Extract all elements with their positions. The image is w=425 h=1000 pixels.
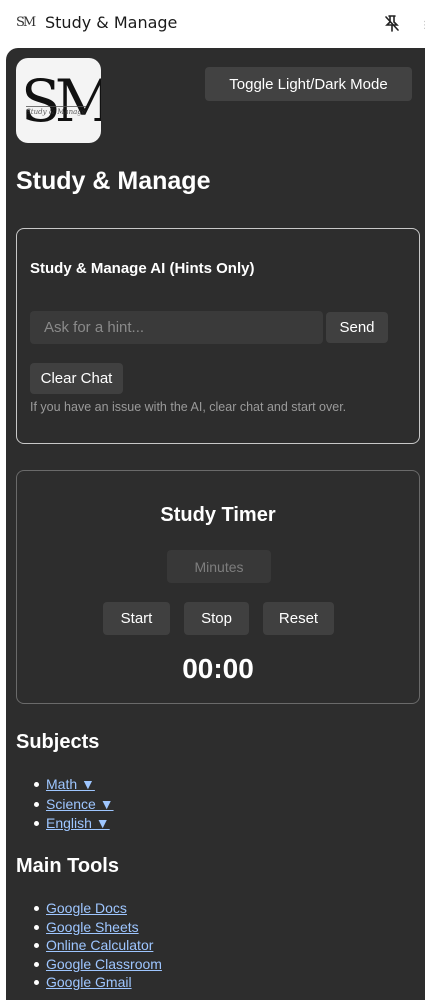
tool-link-google-docs[interactable]: Google Docs	[46, 900, 127, 916]
window-title: Study & Manage	[45, 13, 178, 32]
list-item: Google Classroom	[34, 955, 162, 974]
list-item: English ▼	[34, 814, 114, 834]
logo-letters: SM	[21, 67, 101, 135]
more-icon[interactable]: ⋮	[420, 20, 425, 31]
subject-link-science[interactable]: Science ▼	[46, 796, 114, 812]
ai-help-note: If you have an issue with the AI, clear …	[30, 400, 347, 414]
app-logo-icon: SM	[16, 15, 36, 30]
send-button[interactable]: Send	[326, 312, 388, 343]
page-title: Study & Manage	[16, 167, 211, 195]
main-tools-heading: Main Tools	[16, 855, 119, 877]
brand-logo: SM Study & Manage	[16, 58, 101, 143]
unpin-icon[interactable]	[381, 12, 403, 34]
tool-link-google-gmail[interactable]: Google Gmail	[46, 974, 132, 990]
tool-link-google-sheets[interactable]: Google Sheets	[46, 919, 139, 935]
list-item: Math ▼	[34, 775, 114, 795]
theme-toggle-button[interactable]: Toggle Light/Dark Mode	[205, 67, 412, 101]
main-tools-list: Google Docs Google Sheets Online Calcula…	[34, 899, 162, 992]
timer-start-button[interactable]: Start	[103, 602, 170, 635]
list-item: Google Docs	[34, 899, 162, 918]
ai-card-title: Study & Manage AI (Hints Only)	[30, 260, 255, 277]
unpin-icon-svg	[385, 15, 399, 32]
timer-stop-button[interactable]: Stop	[184, 602, 249, 635]
subject-link-math[interactable]: Math ▼	[46, 776, 95, 792]
list-item: Online Calculator	[34, 936, 162, 955]
study-timer-card: Study Timer Start Stop Reset 00:00	[16, 470, 420, 704]
app-panel: SM Study & Manage Toggle Light/Dark Mode…	[6, 48, 425, 1000]
ai-hint-card: Study & Manage AI (Hints Only) Send Clea…	[16, 228, 420, 444]
tool-link-google-classroom[interactable]: Google Classroom	[46, 956, 162, 972]
tool-link-online-calculator[interactable]: Online Calculator	[46, 937, 153, 953]
timer-reset-button[interactable]: Reset	[263, 602, 334, 635]
subject-link-english[interactable]: English ▼	[46, 815, 110, 831]
list-item: Google Sheets	[34, 918, 162, 937]
window-titlebar: SM Study & Manage ⋮	[0, 0, 425, 48]
timer-display: 00:00	[182, 653, 254, 684]
list-item: Google Gmail	[34, 973, 162, 992]
subjects-heading: Subjects	[16, 731, 100, 753]
list-item: Science ▼	[34, 795, 114, 815]
minutes-input[interactable]	[167, 550, 271, 583]
hint-input[interactable]	[30, 311, 323, 344]
clear-chat-button[interactable]: Clear Chat	[30, 363, 123, 394]
logo-script-text: Study & Manage	[26, 106, 86, 116]
subjects-list: Math ▼ Science ▼ English ▼	[34, 775, 114, 834]
timer-title: Study Timer	[160, 504, 276, 526]
